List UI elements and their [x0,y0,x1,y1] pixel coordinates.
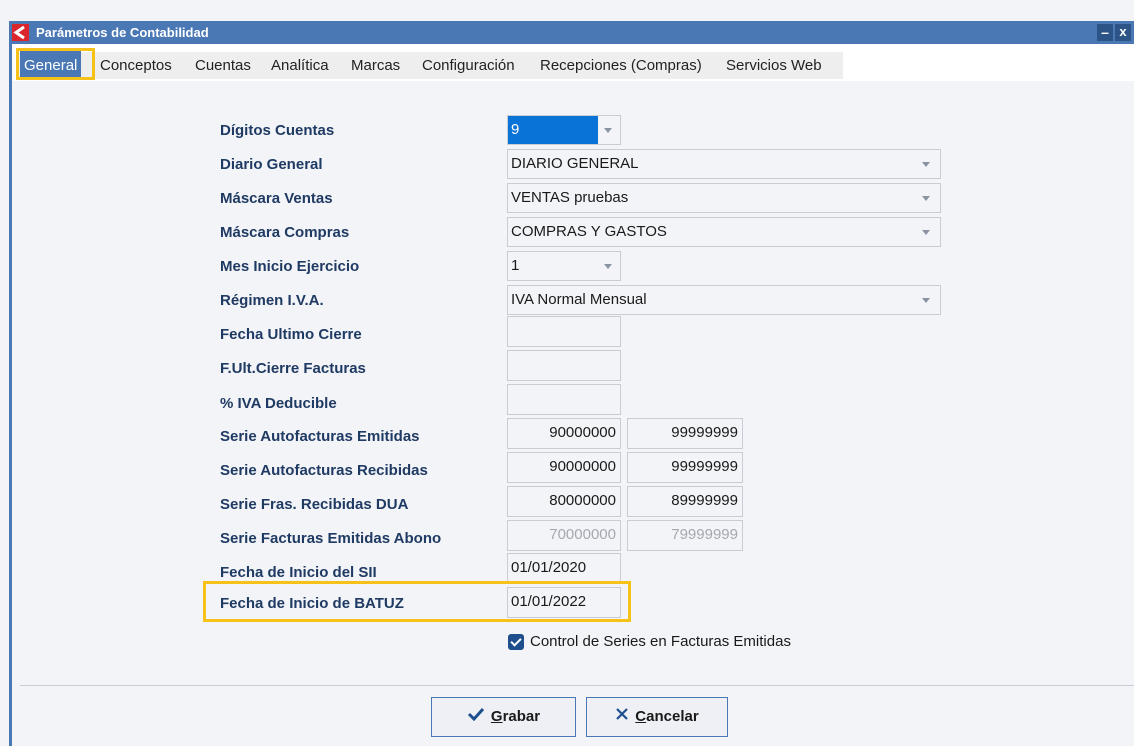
chevron-down-icon[interactable] [914,218,940,246]
chevron-down-icon[interactable] [914,286,940,314]
save-button[interactable]: Grabar [431,697,576,737]
fecha-ultimo-cierre-label: Fecha Ultimo Cierre [220,326,362,343]
cancel-button-mnemonic: C [635,708,647,725]
tab-servicios-web[interactable]: Servicios Web [726,51,822,80]
diario-general-value: DIARIO GENERAL [511,155,639,172]
app-logo-icon [12,24,29,41]
cancel-button[interactable]: Cancelar [586,697,728,737]
control-series-checkbox[interactable] [508,634,524,650]
tab-highlight [16,48,95,80]
window-border [9,44,12,746]
serie-fras-recibidas-dua-label: Serie Fras. Recibidas DUA [220,496,409,513]
checkmark-icon [467,698,485,736]
tab-configuracion[interactable]: Configuración [422,51,515,80]
chevron-down-icon[interactable] [596,252,622,280]
chevron-down-icon[interactable] [914,184,940,212]
title-bar: Parámetros de Contabilidad – x [9,21,1134,44]
serie-fras-recibidas-dua-to[interactable]: 89999999 [627,486,743,517]
mascara-ventas-value: VENTAS pruebas [511,189,629,206]
serie-facturas-emitidas-abono-to: 79999999 [627,520,743,551]
tab-cuentas[interactable]: Cuentas [195,51,251,80]
control-series-label[interactable]: Control de Series en Facturas Emitidas [530,632,791,652]
diario-general-label: Diario General [220,156,323,173]
tab-bar: General Conceptos Cuentas Analítica Marc… [12,44,1134,81]
chevron-down-icon[interactable] [914,150,940,178]
close-x-icon [615,698,629,736]
serie-autofacturas-recibidas-from[interactable]: 90000000 [507,452,621,483]
mes-inicio-select[interactable]: 1 [507,251,621,281]
cancel-button-label: ancelar [646,708,699,725]
serie-autofacturas-emitidas-from[interactable]: 90000000 [507,418,621,449]
mascara-ventas-label: Máscara Ventas [220,190,333,207]
f-ult-cierre-facturas-field[interactable] [507,350,621,381]
save-button-mnemonic: G [490,708,503,725]
iva-deducible-field[interactable] [507,384,621,415]
digitos-cuentas-label: Dígitos Cuentas [220,122,335,139]
fecha-inicio-sii-label: Fecha de Inicio del SII [220,564,377,581]
serie-facturas-emitidas-abono-from: 70000000 [507,520,621,551]
serie-autofacturas-recibidas-label: Serie Autofacturas Recibidas [220,462,428,479]
regimen-iva-value: IVA Normal Mensual [511,291,647,308]
diario-general-select[interactable]: DIARIO GENERAL [507,149,941,179]
batuz-highlight [203,581,631,622]
tab-marcas[interactable]: Marcas [351,51,400,80]
mes-inicio-label: Mes Inicio Ejercicio [220,258,360,275]
mes-inicio-value: 1 [511,257,520,274]
regimen-iva-label: Régimen I.V.A. [220,292,324,309]
serie-autofacturas-emitidas-to[interactable]: 99999999 [627,418,743,449]
mascara-compras-value: COMPRAS Y GASTOS [511,223,667,240]
fecha-ultimo-cierre-field[interactable] [507,316,621,347]
f-ult-cierre-facturas-label: F.Ult.Cierre Facturas [220,360,366,377]
window-title: Parámetros de Contabilidad [36,25,209,40]
tab-recepciones[interactable]: Recepciones (Compras) [540,51,702,80]
minimize-button[interactable]: – [1097,24,1113,41]
mascara-ventas-select[interactable]: VENTAS pruebas [507,183,941,213]
iva-deducible-label: % IVA Deducible [220,395,337,412]
fecha-inicio-sii-field[interactable]: 01/01/2020 [507,553,621,584]
serie-facturas-emitidas-abono-label: Serie Facturas Emitidas Abono [220,530,442,547]
tab-conceptos[interactable]: Conceptos [100,51,172,80]
serie-autofacturas-recibidas-to[interactable]: 99999999 [627,452,743,483]
tab-analitica[interactable]: Analítica [271,51,329,80]
digitos-cuentas-select[interactable]: 9 [507,115,621,145]
save-button-label: rabar [502,708,541,725]
digitos-cuentas-value: 9 [508,116,598,144]
window: Parámetros de Contabilidad – x General C… [0,0,1134,746]
chevron-down-icon[interactable] [596,116,622,144]
regimen-iva-select[interactable]: IVA Normal Mensual [507,285,941,315]
close-button[interactable]: x [1115,24,1131,41]
mascara-compras-label: Máscara Compras [220,224,350,241]
serie-fras-recibidas-dua-from[interactable]: 80000000 [507,486,621,517]
serie-autofacturas-emitidas-label: Serie Autofacturas Emitidas [220,428,420,445]
mascara-compras-select[interactable]: COMPRAS Y GASTOS [507,217,941,247]
